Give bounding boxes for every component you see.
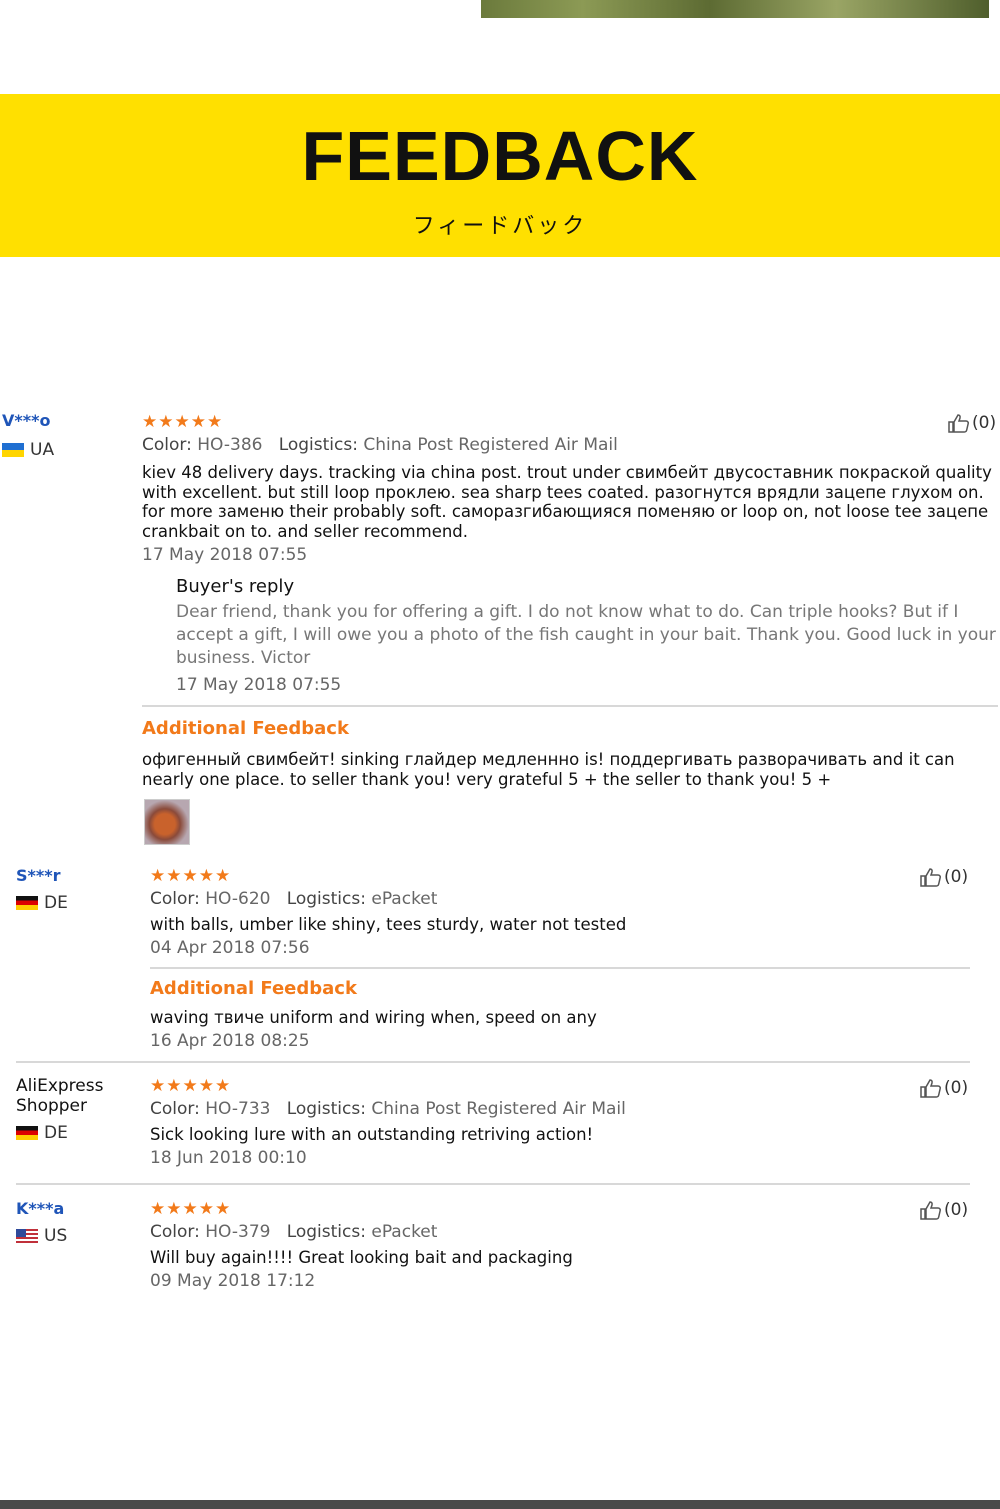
star-rating: ★★★★★: [142, 412, 224, 432]
helpful-count: (0): [944, 867, 969, 887]
logistics-label: Logistics:: [286, 889, 366, 909]
country-code: DE: [44, 1123, 68, 1143]
review-meta: Color: HO-379 Logistics: ePacket: [150, 1222, 437, 1242]
review-meta: Color: HO-620 Logistics: ePacket: [150, 889, 437, 909]
reviewer-country: DE: [16, 1123, 68, 1143]
review-photo-thumbnail[interactable]: [144, 799, 190, 845]
additional-feedback-date: 16 Apr 2018 08:25: [150, 1031, 310, 1051]
logistics-value: China Post Registered Air Mail: [371, 1099, 626, 1119]
country-code: DE: [44, 893, 68, 913]
color-value: HO-379: [205, 1222, 271, 1242]
review-text: with balls, umber like shiny, tees sturd…: [150, 915, 627, 934]
logistics-label: Logistics:: [286, 1222, 366, 1242]
review-date: 09 May 2018 17:12: [150, 1271, 316, 1291]
additional-feedback-text: waving твиче uniform and wiring when, sp…: [150, 1008, 597, 1027]
buyer-reply-text: Dear friend, thank you for offering a gi…: [176, 602, 996, 668]
review-meta: Color: HO-733 Logistics: China Post Regi…: [150, 1099, 626, 1119]
color-label: Color:: [150, 1222, 200, 1242]
flag-us-icon: [16, 1229, 38, 1243]
feedback-banner: FEEDBACK フィードバック: [0, 94, 1000, 257]
helpful-count: (0): [972, 413, 997, 433]
reviewer-name[interactable]: K***a: [16, 1199, 64, 1218]
review-text: Sick looking lure with an outstanding re…: [150, 1125, 594, 1144]
review-text: kiev 48 delivery days. tracking via chin…: [142, 463, 992, 541]
review-date: 04 Apr 2018 07:56: [150, 938, 310, 958]
flag-de-icon: [16, 1126, 38, 1140]
reviewer-name[interactable]: AliExpress Shopper: [16, 1076, 116, 1116]
helpful-button[interactable]: (0): [920, 867, 968, 887]
review-date: 18 Jun 2018 00:10: [150, 1148, 307, 1168]
logistics-label: Logistics:: [286, 1099, 366, 1119]
banner-title: FEEDBACK: [301, 117, 699, 195]
reviewer-country: UA: [2, 440, 54, 460]
country-code: US: [44, 1226, 68, 1246]
divider: [150, 967, 970, 969]
thumbs-up-icon: [920, 868, 941, 887]
thumbs-up-icon: [920, 1079, 941, 1098]
star-rating: ★★★★★: [150, 1199, 232, 1219]
additional-feedback-label: Additional Feedback: [142, 718, 349, 739]
divider: [142, 705, 998, 707]
review-divider: [16, 1061, 970, 1063]
color-value: HO-733: [205, 1099, 271, 1119]
buyer-reply-date: 17 May 2018 07:55: [176, 675, 342, 695]
color-label: Color:: [150, 889, 200, 909]
product-photo-strip: [481, 0, 989, 18]
helpful-count: (0): [944, 1200, 969, 1220]
star-rating: ★★★★★: [150, 866, 232, 886]
logistics-value: China Post Registered Air Mail: [363, 435, 618, 455]
color-label: Color:: [150, 1099, 200, 1119]
review-date: 17 May 2018 07:55: [142, 545, 308, 565]
additional-feedback-text: офигенный свимбейт! sinking глайдер медл…: [142, 750, 955, 789]
reviewer-country: US: [16, 1226, 67, 1246]
helpful-button[interactable]: (0): [920, 1200, 968, 1220]
helpful-button[interactable]: (0): [948, 413, 996, 433]
logistics-value: ePacket: [371, 1222, 438, 1242]
thumbs-up-icon: [920, 1201, 941, 1220]
review-meta: Color: HO-386 Logistics: China Post Regi…: [142, 435, 618, 455]
logistics-value: ePacket: [371, 889, 438, 909]
color-value: HO-620: [205, 889, 271, 909]
reviewer-country: DE: [16, 893, 68, 913]
reviewer-name[interactable]: V***o: [2, 411, 50, 430]
star-rating: ★★★★★: [150, 1076, 232, 1096]
flag-de-icon: [16, 896, 38, 910]
banner-subtitle: フィードバック: [412, 214, 588, 239]
helpful-count: (0): [944, 1078, 969, 1098]
helpful-button[interactable]: (0): [920, 1078, 968, 1098]
buyer-reply-title: Buyer's reply: [176, 576, 295, 597]
flag-ua-icon: [2, 443, 24, 457]
additional-feedback-label: Additional Feedback: [150, 978, 357, 999]
color-value: HO-386: [197, 435, 263, 455]
review-text: Will buy again!!!! Great looking bait an…: [150, 1248, 573, 1267]
logistics-label: Logistics:: [278, 435, 358, 455]
reviewer-name[interactable]: S***r: [16, 866, 61, 885]
color-label: Color:: [142, 435, 192, 455]
review-divider: [16, 1183, 970, 1185]
country-code: UA: [30, 440, 55, 460]
thumbs-up-icon: [948, 414, 969, 433]
bottom-bar: [0, 1500, 1000, 1509]
